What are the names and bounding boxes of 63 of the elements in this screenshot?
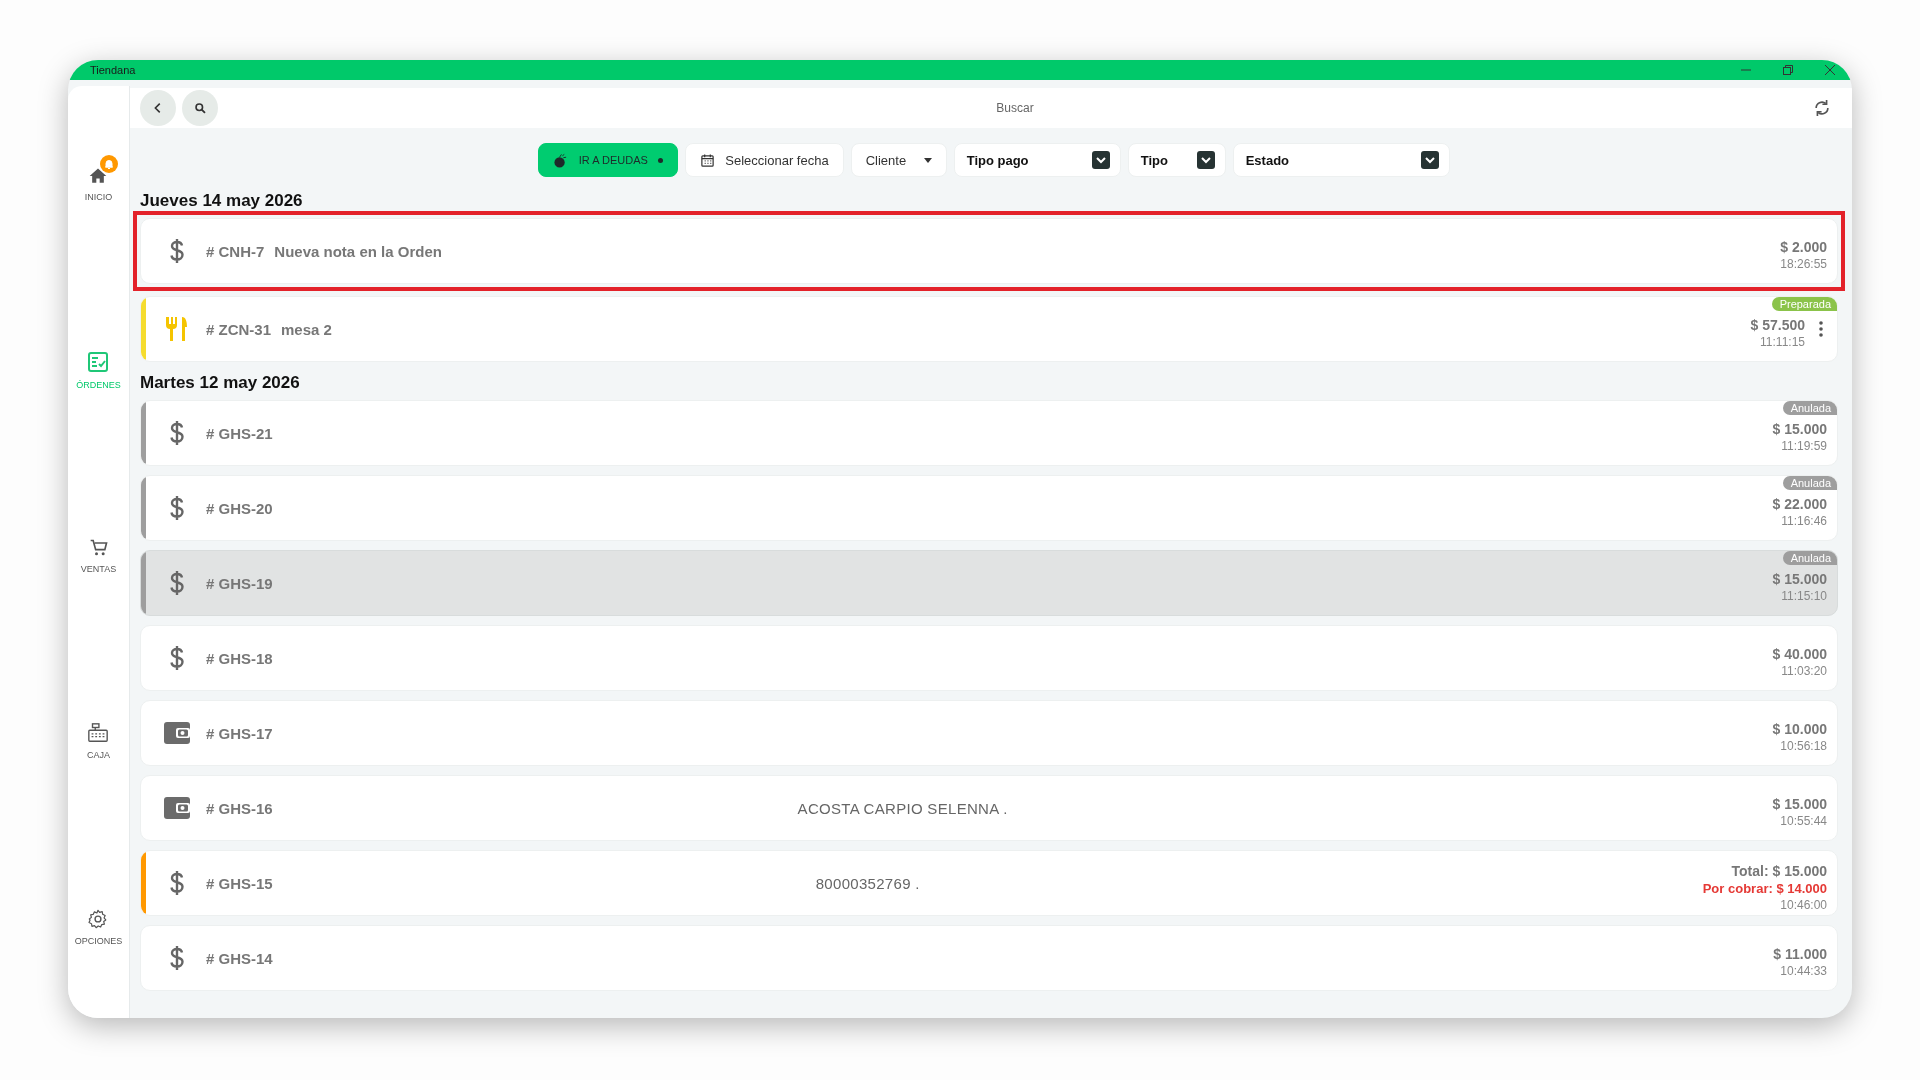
order-card[interactable]: # GHS-19 $ 15.000 11:15:10 Anulada	[140, 550, 1838, 616]
order-card[interactable]: # GHS-18 $ 40.000 11:03:20	[140, 625, 1838, 691]
date-picker-button[interactable]: Seleccionar fecha	[685, 143, 844, 177]
filter-select[interactable]: Tipo	[1127, 143, 1226, 177]
filter-select[interactable]: Tipo pago	[953, 143, 1121, 177]
order-number: # GHS-19	[206, 574, 273, 592]
order-card[interactable]: # GHS-15 80000352769 . Total: $ 15.000 Por cobrar: $ 14.000 10:46:00	[140, 850, 1838, 916]
debts-button[interactable]: IR A DEUDAS	[538, 143, 679, 177]
order-amount: $ 57.500	[1750, 317, 1805, 333]
order-time: 10:46:00	[1780, 897, 1827, 912]
order-time: 11:15:10	[1781, 589, 1827, 603]
page-title: Buscar	[996, 101, 1034, 115]
amount-due: Por cobrar: $ 14.000	[1702, 880, 1827, 896]
order-amount: $ 10.000	[1772, 721, 1827, 737]
order-number: # GHS-14	[206, 949, 273, 967]
order-time: 10:44:33	[1780, 964, 1827, 978]
status-badge: Anulada	[1782, 476, 1837, 490]
order-time: 11:16:46	[1781, 514, 1827, 528]
date-heading: Martes 12 may 2026	[139, 373, 301, 393]
status-badge: Anulada	[1782, 551, 1837, 565]
order-number: # CNH-7	[206, 242, 265, 260]
window-title: Tiendana	[90, 64, 136, 76]
order-number: # GHS-21	[206, 424, 273, 442]
filter-select[interactable]: Estado	[1232, 143, 1450, 177]
order-card[interactable]: # ZCN-31 mesa 2 $ 57.500 11:11:15 Preparada	[140, 296, 1838, 362]
order-number: # GHS-16	[206, 799, 273, 817]
order-amount: $ 2.000	[1780, 239, 1827, 255]
client-dropdown[interactable]: Cliente	[850, 143, 947, 177]
order-card[interactable]: # GHS-16 ACOSTA CARPIO SELENNA . $ 15.000 10:55:44	[140, 775, 1838, 841]
sidebar-item[interactable]: CAJA	[83, 710, 114, 762]
order-time: 10:56:18	[1780, 739, 1827, 753]
order-amount: $ 15.000	[1772, 571, 1827, 587]
status-badge: Anulada	[1782, 401, 1837, 415]
order-amount: $ 40.000	[1772, 646, 1827, 662]
sidebar-item[interactable]: INICIO	[80, 154, 117, 204]
order-amount: $ 11.000	[1773, 946, 1827, 962]
client-name: 80000352769 .	[815, 874, 920, 892]
status-badge: Preparada	[1771, 297, 1837, 311]
order-card[interactable]: # GHS-21 $ 15.000 11:19:59 Anulada	[140, 400, 1838, 466]
order-note: mesa 2	[281, 320, 332, 338]
order-time: 11:03:20	[1781, 664, 1827, 678]
order-number: # GHS-17	[206, 724, 273, 742]
order-time: 18:26:55	[1780, 257, 1827, 271]
order-number: # ZCN-31	[206, 320, 272, 338]
order-time: 11:19:59	[1781, 439, 1827, 453]
client-name: ACOSTA CARPIO SELENNA .	[797, 799, 1008, 817]
order-time: 10:55:44	[1780, 814, 1827, 828]
order-amount: $ 22.000	[1772, 496, 1827, 512]
order-note: Nueva nota en la Orden	[274, 242, 442, 260]
order-card[interactable]: # CNH-7 Nueva nota en la Orden $ 2.000 18:26:55	[140, 218, 1838, 284]
order-card[interactable]: # GHS-14 $ 11.000 10:44:33	[140, 925, 1838, 991]
order-time: 11:11:15	[1760, 335, 1805, 349]
sidebar-item[interactable]: VENTAS	[76, 526, 121, 576]
order-number: # GHS-18	[206, 649, 273, 667]
order-number: # GHS-15	[206, 874, 273, 892]
order-number: # GHS-20	[206, 499, 273, 517]
order-card[interactable]: # GHS-20 $ 22.000 11:16:46 Anulada	[140, 475, 1838, 541]
order-total: Total: $ 15.000	[1731, 862, 1827, 879]
order-amount: $ 15.000	[1772, 421, 1827, 437]
sidebar-item[interactable]: OPCIONES	[70, 896, 127, 948]
order-amount: $ 15.000	[1772, 796, 1827, 812]
date-heading: Jueves 14 may 2026	[139, 191, 304, 211]
order-card[interactable]: # GHS-17 $ 10.000 10:56:18	[140, 700, 1838, 766]
